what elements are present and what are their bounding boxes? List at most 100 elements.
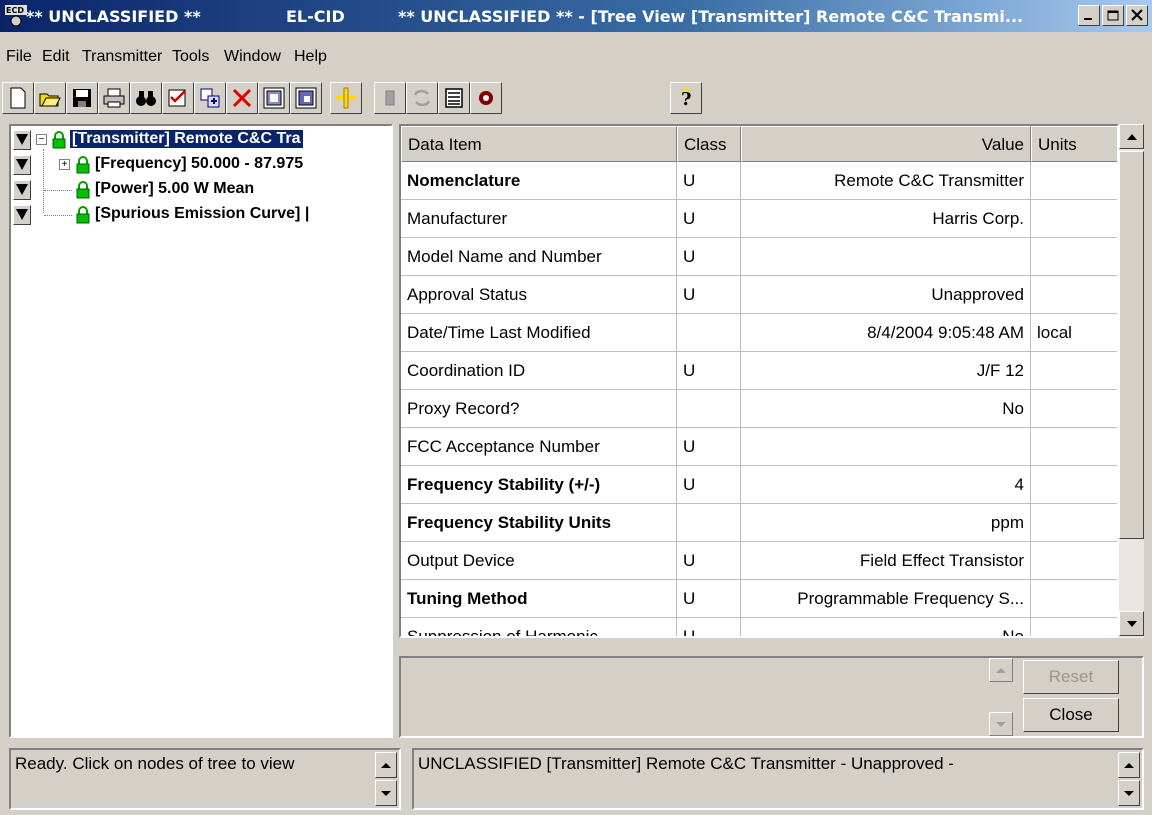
column-header-value[interactable]: Value	[741, 126, 1031, 162]
status-right-scroll-up[interactable]	[1118, 752, 1140, 778]
cell-value[interactable]: Remote C&C Transmitter	[741, 162, 1031, 200]
scroll-down-button[interactable]	[1119, 611, 1144, 636]
status-left-scroll-down[interactable]	[375, 780, 397, 806]
table-row[interactable]: Approval Status U Unapproved	[401, 276, 1117, 314]
column-header-class[interactable]: Class	[677, 126, 741, 162]
status-left-scroll-up[interactable]	[375, 752, 397, 778]
grid-header: Data Item Class Value Units	[401, 126, 1117, 162]
status-right-scroll-down[interactable]	[1118, 780, 1140, 806]
add-node-button[interactable]	[330, 82, 362, 114]
tree-node-frequency[interactable]: + [Frequency] 50.000 - 87.975	[11, 149, 391, 213]
open-button[interactable]	[34, 82, 66, 114]
tree-node-spurious-emission[interactable]: [Spurious Emission Curve] |	[11, 203, 391, 227]
checklist-button[interactable]	[162, 82, 194, 114]
cell-value[interactable]	[741, 428, 1031, 466]
cell-item: Manufacturer	[401, 200, 677, 238]
cell-value[interactable]: J/F 12	[741, 352, 1031, 390]
cell-class: U	[677, 428, 741, 466]
table-row[interactable]: Frequency Stability (+/-) U 4	[401, 466, 1117, 504]
table-row[interactable]: Frequency Stability Units ppm	[401, 504, 1117, 542]
tree-node-label: [Power] 5.00 W Mean	[95, 180, 255, 197]
menu-help[interactable]: Help	[294, 48, 327, 66]
import-button[interactable]	[258, 82, 290, 114]
arrow-up-icon	[381, 763, 391, 768]
delete-button[interactable]	[226, 82, 258, 114]
table-row[interactable]: Tuning Method U Programmable Frequency S..…	[401, 580, 1117, 618]
list-view-button[interactable]	[438, 82, 470, 114]
triangle-down-icon	[16, 134, 28, 145]
menu-file[interactable]: File	[6, 48, 32, 66]
expand-toggle[interactable]: +	[59, 159, 70, 170]
cell-class: U	[677, 352, 741, 390]
cell-value[interactable]: ppm	[741, 504, 1031, 542]
table-row[interactable]: Date/Time Last Modified 8/4/2004 9:05:48 …	[401, 314, 1117, 352]
title-bar[interactable]: ECD ** UNCLASSIFIED ** EL-CID ** UNCLASS…	[0, 0, 1152, 32]
table-row[interactable]: Coordination ID U J/F 12	[401, 352, 1117, 390]
table-row[interactable]: Suppression of Harmonic U No	[401, 618, 1117, 636]
menu-edit[interactable]: Edit	[42, 48, 70, 66]
column-header-data-item[interactable]: Data Item	[401, 126, 677, 162]
cell-value[interactable]: No	[741, 390, 1031, 428]
node-menu-button[interactable]	[13, 180, 31, 200]
find-button[interactable]	[130, 82, 162, 114]
refresh-button[interactable]	[406, 82, 438, 114]
cell-value[interactable]: Programmable Frequency S...	[741, 580, 1031, 618]
cell-units	[1031, 352, 1117, 390]
print-icon	[103, 88, 125, 108]
node-menu-button[interactable]	[13, 205, 31, 225]
device-button[interactable]	[374, 82, 406, 114]
cell-value[interactable]: No	[741, 618, 1031, 636]
save-button[interactable]	[66, 82, 98, 114]
restore-button[interactable]	[1102, 5, 1124, 26]
tree-node-transmitter[interactable]: − [Transmitter] Remote C&C Tra	[11, 128, 391, 152]
menu-bar: File Edit Transmitter Tools Window Help	[0, 46, 1152, 70]
import-icon	[263, 87, 285, 109]
scroll-up-button[interactable]	[1119, 124, 1144, 149]
table-row[interactable]: Model Name and Number U	[401, 238, 1117, 276]
node-menu-button[interactable]	[13, 130, 31, 150]
cell-value[interactable]: 8/4/2004 9:05:48 AM	[741, 314, 1031, 352]
cell-value[interactable]: Field Effect Transistor	[741, 542, 1031, 580]
data-grid[interactable]: Data Item Class Value Units Nomenclature…	[399, 124, 1119, 638]
collapse-toggle[interactable]: −	[36, 134, 47, 145]
table-row[interactable]: FCC Acceptance Number U	[401, 428, 1117, 466]
menu-window[interactable]: Window	[224, 48, 281, 66]
close-button[interactable]: Close	[1023, 698, 1119, 732]
close-window-button[interactable]	[1126, 5, 1148, 26]
table-row[interactable]: Manufacturer U Harris Corp.	[401, 200, 1117, 238]
arrow-up-icon	[1127, 134, 1137, 140]
minimize-button[interactable]	[1078, 5, 1100, 26]
export-button[interactable]	[290, 82, 322, 114]
node-menu-button[interactable]	[13, 155, 31, 175]
column-header-units[interactable]: Units	[1031, 126, 1117, 162]
tree-node-label: [Transmitter] Remote C&C Tra	[70, 130, 303, 148]
save-disk-icon	[73, 89, 91, 107]
cell-value[interactable]: Harris Corp.	[741, 200, 1031, 238]
print-button[interactable]	[98, 82, 130, 114]
scroll-thumb[interactable]	[1119, 151, 1144, 539]
help-button[interactable]: ?	[670, 82, 702, 114]
new-button[interactable]	[2, 82, 34, 114]
tree-view[interactable]: − [Transmitter] Remote C&C Tra + [Freque…	[9, 124, 393, 738]
grid-vertical-scrollbar[interactable]	[1119, 124, 1144, 638]
menu-tools[interactable]: Tools	[172, 48, 209, 66]
tree-node-power[interactable]: [Power] 5.00 W Mean	[11, 178, 391, 202]
table-row[interactable]: Output Device U Field Effect Transistor	[401, 542, 1117, 580]
table-row[interactable]: Nomenclature U Remote C&C Transmitter	[401, 162, 1117, 200]
status-right-scrollbar[interactable]	[1118, 752, 1140, 806]
copy-record-button[interactable]	[194, 82, 226, 114]
shield-button[interactable]	[470, 82, 502, 114]
cell-class: U	[677, 238, 741, 276]
cell-value[interactable]	[741, 238, 1031, 276]
table-row[interactable]: Proxy Record? No	[401, 390, 1117, 428]
status-left-scrollbar[interactable]	[375, 752, 397, 806]
menu-transmitter[interactable]: Transmitter	[82, 48, 162, 66]
cell-value[interactable]: 4	[741, 466, 1031, 504]
detail-scroll-down[interactable]	[989, 712, 1013, 736]
reset-button[interactable]: Reset	[1023, 660, 1119, 694]
triangle-down-icon	[16, 184, 28, 195]
cell-value[interactable]: Unapproved	[741, 276, 1031, 314]
detail-scroll-up[interactable]	[989, 658, 1013, 682]
detail-scrollbar[interactable]	[989, 658, 1013, 736]
help-icon: ?	[681, 88, 692, 109]
